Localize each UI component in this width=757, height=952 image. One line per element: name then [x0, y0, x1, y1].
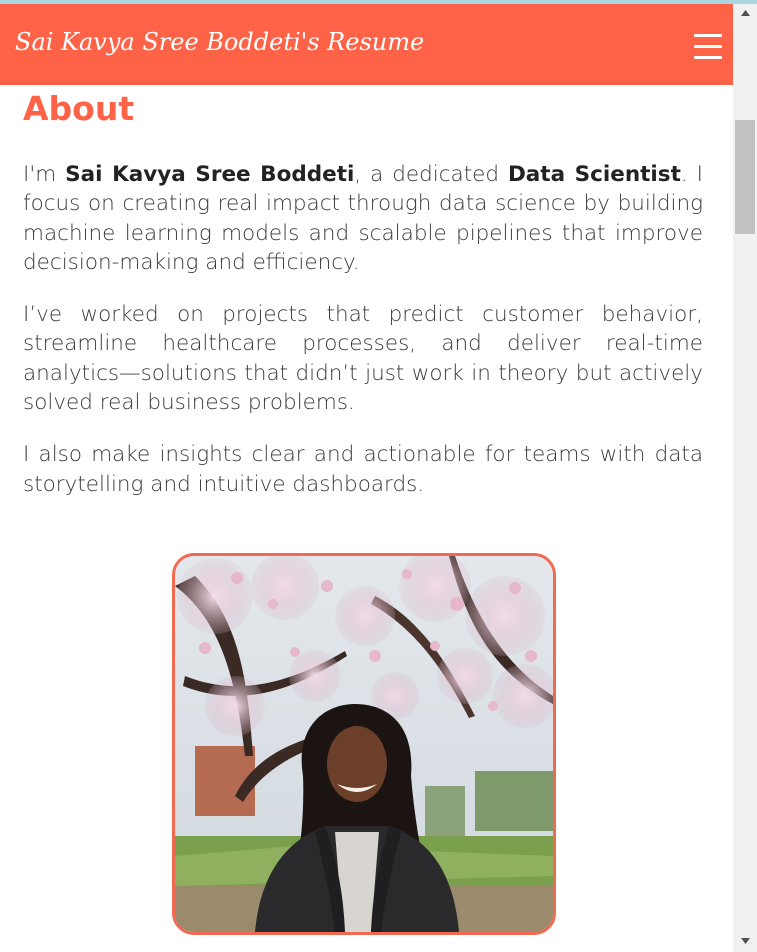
navbar: Sai Kavya Sree Boddeti's Resume — [0, 4, 733, 85]
site-brand-link[interactable]: Sai Kavya Sree Boddeti's Resume — [15, 28, 424, 56]
intro-text: I'm — [23, 162, 66, 187]
hamburger-line — [694, 45, 722, 48]
hamburger-menu-icon[interactable] — [694, 34, 722, 60]
about-paragraph-intro: I'm Sai Kavya Sree Boddeti, a dedicated … — [23, 160, 703, 277]
profile-photo — [172, 553, 556, 935]
about-content: I'm Sai Kavya Sree Boddeti, a dedicated … — [23, 160, 703, 499]
scrollbar-thumb[interactable] — [735, 120, 755, 234]
profile-photo-illustration — [175, 556, 553, 932]
about-paragraph-projects: I’ve worked on projects that predict cus… — [23, 302, 703, 416]
scroll-up-arrow-icon[interactable] — [733, 4, 757, 24]
scroll-down-arrow-icon[interactable] — [733, 932, 757, 952]
vertical-scrollbar[interactable] — [733, 4, 757, 952]
hamburger-line — [694, 34, 722, 37]
about-heading: About — [23, 89, 135, 128]
about-paragraph-insights: I also make insights clear and actionabl… — [23, 442, 703, 497]
person-name: Sai Kavya Sree Boddeti — [65, 162, 355, 187]
hamburger-line — [694, 56, 722, 59]
page-viewport: Sai Kavya Sree Boddeti's Resume About I'… — [0, 4, 733, 952]
person-role: Data Scientist — [507, 162, 681, 187]
intro-text: , a dedicated — [354, 162, 508, 187]
